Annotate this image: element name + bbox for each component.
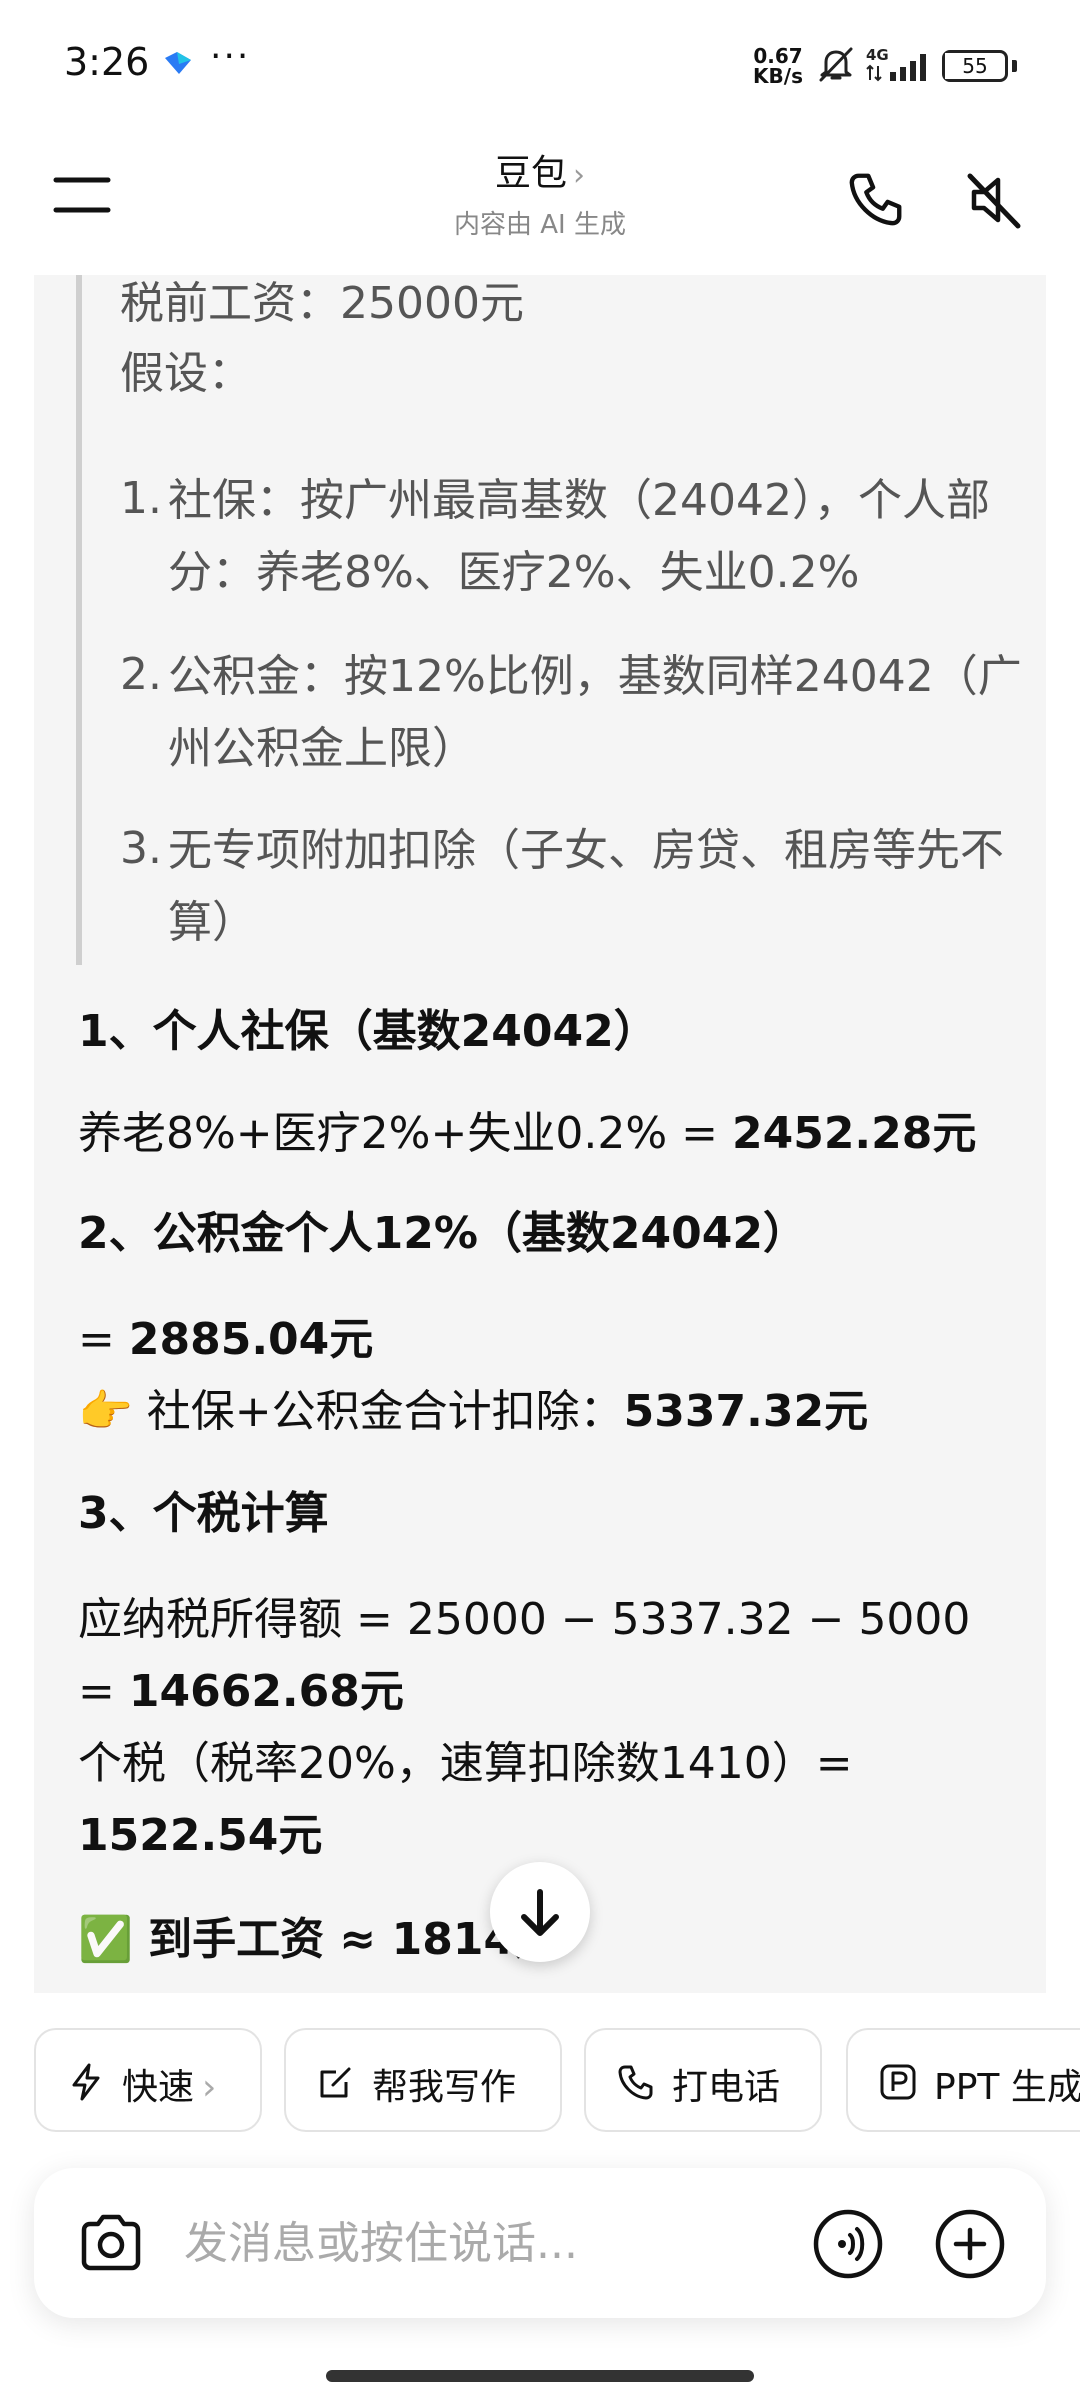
section3-heading: 3、个税计算 <box>78 1488 329 1539</box>
list-item-number: 3. <box>120 823 162 874</box>
list-item: 公积金：按12%比例，基数同样24042（广州公积金上限） <box>168 651 1022 774</box>
taxable-eq: = <box>78 1666 129 1717</box>
final-salary-line: ✅ 到手工资 ≈ 1814元 <box>78 1903 558 1967</box>
list-item: 无专项附加扣除（子女、房贷、租房等先不算） <box>168 825 1004 948</box>
net-speed-value: 0.67 <box>753 44 803 68</box>
list-item-number: 2. <box>120 649 162 700</box>
taxable-formula: 应纳税所得额 = 25000 − 5337.32 − 5000 <box>78 1594 971 1645</box>
chip-ppt[interactable]: PPT 生成 <box>846 2028 1080 2132</box>
tax-formula: 个税（税率20%，速算扣除数1410）= <box>78 1738 853 1789</box>
total-value: 5337.32元 <box>623 1386 869 1437</box>
status-time: 3:26 <box>64 40 150 84</box>
net-speed-unit: KB/s <box>753 64 803 88</box>
total-deduction-line: 👉 社保+公积金合计扣除：5337.32元 <box>78 1375 868 1439</box>
quote-block: 税前工资：25000元 假设： 1. 社保：按广州最高基数（24042），个人部… <box>76 275 1026 965</box>
plus-icon[interactable] <box>934 2208 1006 2280</box>
bell-off-icon <box>819 47 853 82</box>
chip-call[interactable]: 打电话 <box>584 2028 822 2132</box>
page-title[interactable]: 豆包 <box>495 153 567 194</box>
section1-formula: 养老8%+医疗2%+失业0.2% = <box>78 1108 732 1159</box>
battery-tip <box>1012 60 1017 72</box>
chat-header: 豆包 › 内容由 AI 生成 <box>0 130 1080 275</box>
svg-text:4G: 4G <box>866 46 889 64</box>
section1-result: 2452.28元 <box>731 1108 977 1159</box>
chip-ppt-label: PPT 生成 <box>934 2067 1080 2108</box>
status-more-icon: ··· <box>210 36 251 77</box>
net-speed: 0.67 KB/s <box>752 46 804 86</box>
speaker-mute-icon[interactable] <box>962 168 1026 232</box>
section1-heading: 1、个人社保（基数24042） <box>78 1006 658 1057</box>
lightning-icon <box>72 2063 100 2101</box>
check-icon: ✅ <box>78 1914 133 1965</box>
voice-call-icon[interactable] <box>812 2208 884 2280</box>
menu-icon[interactable] <box>52 170 112 220</box>
final-text: 到手工资 ≈ 1814 <box>132 1914 515 1965</box>
battery-text: 55 <box>962 54 988 78</box>
quick-actions: 快速 › 帮我写作 打电话 PPT 生成 <box>0 2028 1080 2134</box>
assume-label: 假设： <box>120 348 252 399</box>
section2-result: 2885.04元 <box>128 1314 374 1365</box>
taxable-result: 14662.68元 <box>128 1666 404 1717</box>
ppt-icon <box>880 2064 916 2100</box>
taxable-result-line: = 14662.68元 <box>78 1655 404 1719</box>
chip-writing-label: 帮我写作 <box>372 2067 517 2108</box>
point-right-icon: 👉 <box>78 1386 133 1437</box>
section2-eq: = <box>78 1314 129 1365</box>
battery-icon: 55 <box>942 50 1008 82</box>
signal-icon: 4G <box>866 46 926 82</box>
scroll-to-bottom-button[interactable] <box>490 1862 590 1962</box>
app-notification-icon <box>165 52 191 74</box>
chip-fast[interactable]: 快速 › <box>34 2028 262 2132</box>
title-block[interactable]: 豆包 › 内容由 AI 生成 <box>340 144 740 241</box>
chip-writing[interactable]: 帮我写作 <box>284 2028 562 2132</box>
chip-fast-label: 快速 › <box>122 2067 217 2108</box>
arrow-down-icon <box>521 1889 559 1936</box>
message-composer <box>34 2168 1046 2318</box>
title-chevron-icon: › <box>573 158 585 193</box>
home-indicator[interactable] <box>326 2370 754 2382</box>
salary-line: 税前工资：25000元 <box>120 278 524 329</box>
list-item-number: 1. <box>120 473 162 524</box>
chip-call-label: 打电话 <box>672 2067 781 2108</box>
camera-icon[interactable] <box>76 2208 146 2278</box>
phone-icon <box>618 2065 653 2100</box>
page-subtitle: 内容由 AI 生成 <box>454 210 626 240</box>
message-input[interactable] <box>184 2212 784 2274</box>
list-item: 社保：按广州最高基数（24042），个人部分：养老8%、医疗2%、失业0.2% <box>168 475 990 598</box>
phone-call-icon[interactable] <box>845 168 907 230</box>
status-bar: 3:26 ··· 0.67 KB/s 4G 55 <box>0 0 1080 130</box>
section2-result-line: = 2885.04元 <box>78 1303 373 1367</box>
assistant-message: 税前工资：25000元 假设： 1. 社保：按广州最高基数（24042），个人部… <box>34 275 1046 1993</box>
section2-heading: 2、公积金个人12%（基数24042） <box>78 1208 808 1259</box>
total-label: 社保+公积金合计扣除： <box>132 1386 624 1437</box>
section1-formula-line: 养老8%+医疗2%+失业0.2% = 2452.28元 <box>78 1097 976 1161</box>
tax-result: 1522.54元 <box>78 1810 323 1861</box>
edit-icon <box>320 2067 351 2098</box>
